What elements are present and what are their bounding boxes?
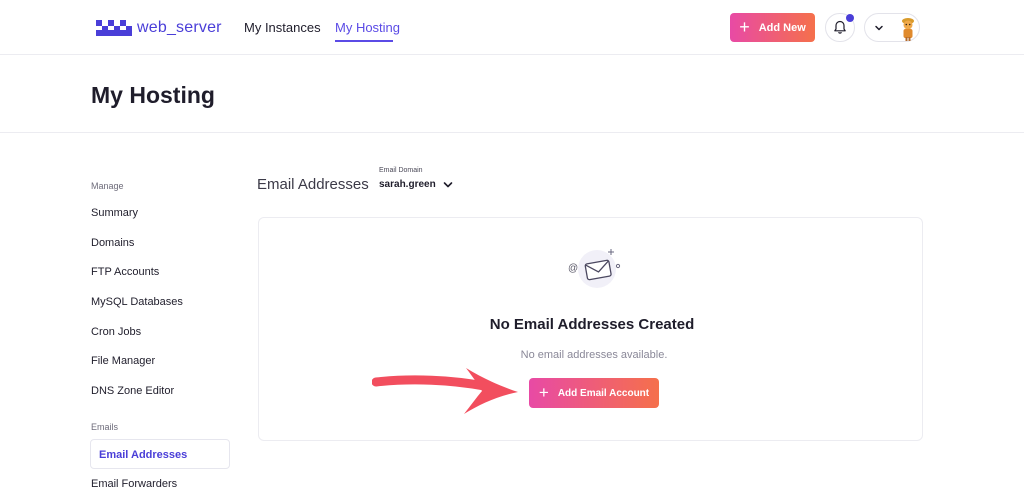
nav-active-indicator [335,40,393,42]
sidebar-section-manage: Manage [91,181,124,191]
top-bar: web_server My Instances My Hosting + Add… [0,0,1024,55]
plus-icon: + [538,382,549,402]
add-new-button[interactable]: + Add New [730,13,815,42]
sidebar-item-dns-zone-editor[interactable]: DNS Zone Editor [91,385,174,397]
section-title: Email Addresses [257,176,369,193]
sidebar-item-ftp-accounts[interactable]: FTP Accounts [91,266,159,278]
page-title: My Hosting [91,82,215,108]
bell-icon [834,20,846,34]
avatar [902,18,914,41]
add-email-account-button[interactable]: + Add Email Account [529,378,659,408]
nav-my-instances[interactable]: My Instances [244,20,321,35]
chevron-down-icon [875,25,883,31]
plus-icon: + [739,16,750,37]
notification-badge [846,14,854,22]
sidebar-item-summary[interactable]: Summary [91,207,138,219]
logo-icon [96,20,132,36]
sidebar-item-email-addresses[interactable]: Email Addresses [90,439,230,469]
add-email-account-label: Add Email Account [557,387,650,399]
email-domain-select[interactable]: sarah.green [379,179,436,190]
email-envelope-icon: @ [568,249,621,288]
email-domain-label: Email Domain [379,167,423,174]
sidebar-item-domains[interactable]: Domains [91,237,134,249]
nav-my-hosting[interactable]: My Hosting [335,20,400,35]
user-menu[interactable] [864,13,920,42]
brand-name: web_server [137,19,222,36]
add-new-label: Add New [758,21,806,34]
empty-state-subtitle: No email addresses available. [520,349,668,361]
empty-state-title: No Email Addresses Created [489,316,695,333]
sidebar-item-email-forwarders[interactable]: Email Forwarders [91,478,177,490]
annotation-arrow-icon [372,368,518,414]
chevron-down-icon[interactable] [442,180,454,190]
svg-text:@: @ [568,263,578,274]
brand-logo[interactable]: web_server [96,19,222,37]
sidebar-item-label: Email Addresses [99,449,188,461]
sidebar-section-emails: Emails [91,422,119,432]
sidebar-item-mysql-databases[interactable]: MySQL Databases [91,296,183,308]
header-divider [0,132,1024,133]
